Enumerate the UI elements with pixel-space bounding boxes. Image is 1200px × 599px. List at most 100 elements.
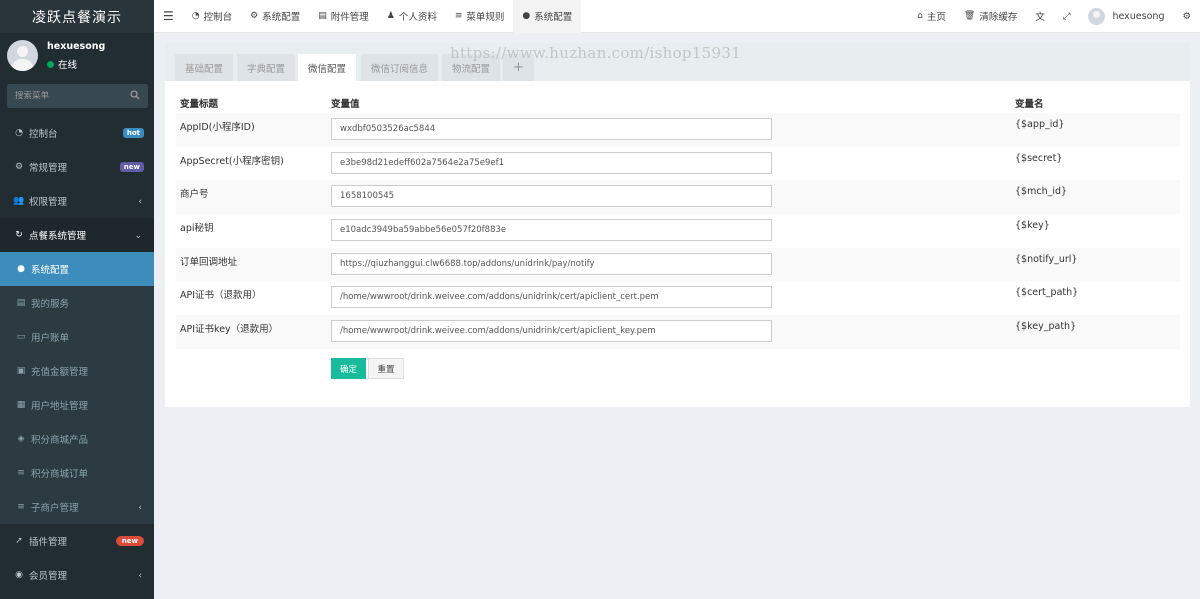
sidebar-item-general[interactable]: ⚙ 常规管理 new: [0, 150, 154, 184]
bars-icon: ≡: [454, 11, 463, 21]
table-row: api秘钥 {$key}: [176, 214, 1180, 248]
new-badge: new: [115, 536, 144, 546]
rocket-icon: ➚: [15, 536, 23, 546]
sidebar-item-label: 控制台: [29, 129, 58, 140]
mch-id-input[interactable]: [331, 185, 772, 208]
user-circle-icon: ◉: [15, 570, 23, 580]
sidebar-item-label: 用户地址管理: [31, 401, 89, 412]
search-icon[interactable]: [130, 89, 140, 103]
sidebar-item-addon[interactable]: ➚ 插件管理 new: [0, 524, 154, 558]
user-menu-button[interactable]: hexuesong: [1079, 0, 1173, 33]
sidebar-item-auth[interactable]: 👥 权限管理 ‹: [0, 184, 154, 218]
online-dot-icon: [47, 60, 54, 68]
trash-icon: 🗑: [963, 11, 976, 21]
sidebar-item-label: 点餐系统管理: [29, 231, 87, 242]
sidebar-item-label: 充值金额管理: [31, 367, 89, 378]
row-title: API证书key（退款用）: [176, 315, 327, 349]
tab-wechat[interactable]: 微信配置: [298, 54, 357, 81]
tab-basic[interactable]: 基础配置: [175, 54, 234, 81]
language-button[interactable]: 文: [1026, 0, 1054, 33]
nav-tab-profile[interactable]: ♟ 个人资料: [378, 0, 446, 33]
row-var-name: {$app_id}: [1011, 113, 1180, 147]
sidebar-item-my-service[interactable]: ▤ 我的服务: [0, 286, 154, 320]
tab-wechat-subscribe[interactable]: 微信订阅信息: [361, 54, 439, 81]
cert-path-input[interactable]: [331, 286, 772, 309]
status-text: 在线: [58, 60, 78, 71]
sidebar-item-label: 积分商城订单: [31, 469, 89, 480]
home-label: 主页: [926, 12, 946, 23]
sidebar-item-member[interactable]: ◉ 会员管理 ‹: [0, 558, 154, 592]
credit-card-icon: ▭: [16, 332, 26, 342]
chevron-left-icon: ‹: [138, 197, 142, 207]
table-row: API证书key（退款用） {$key_path}: [176, 315, 1180, 349]
navbar-right: ⌂ 主页 🗑 清除缓存 文 ⤢ hexuesong ⚙: [908, 0, 1200, 33]
row-var-name: {$secret}: [1015, 152, 1063, 164]
nav-tab-label: 系统配置: [534, 12, 573, 23]
home-icon: ⌂: [917, 11, 923, 21]
sidebar-item-label: 权限管理: [29, 197, 68, 208]
nav-tab-system-config[interactable]: ⚙ 系统配置: [241, 0, 309, 33]
dashboard-icon: ◔: [15, 128, 23, 138]
row-title: api秘钥: [180, 223, 214, 235]
sidebar-item-system-config[interactable]: ● 系统配置: [0, 252, 154, 286]
user-icon: ♟: [386, 11, 395, 21]
config-tabs: 基础配置 字典配置 微信配置 微信订阅信息 物流配置 + https://www…: [165, 43, 1190, 81]
dashboard-icon: ◔: [191, 11, 200, 21]
menu-search-input[interactable]: [15, 91, 125, 101]
list-icon: ▤: [16, 298, 26, 308]
tab-add-button[interactable]: +: [503, 54, 534, 81]
menu-search: [7, 84, 148, 108]
home-button[interactable]: ⌂ 主页: [908, 0, 955, 33]
clear-cache-button[interactable]: 🗑 清除缓存: [955, 0, 1026, 33]
nav-tab-dashboard[interactable]: ◔ 控制台: [183, 0, 241, 33]
sidebar-item-points-products[interactable]: ◈ 积分商城产品: [0, 422, 154, 456]
nav-tab-attachment[interactable]: ▤ 附件管理: [309, 0, 378, 33]
table-row: 商户号 {$mch_id}: [176, 180, 1180, 215]
reset-button[interactable]: 重置: [368, 358, 404, 379]
tag-icon: ◈: [17, 434, 25, 444]
settings-button[interactable]: ⚙: [1173, 0, 1200, 33]
user-status: 在线: [47, 57, 77, 71]
sidebar-item-dashboard[interactable]: ◔ 控制台 hot: [0, 116, 154, 150]
notify-url-input[interactable]: [331, 252, 772, 275]
tab-dictionary[interactable]: 字典配置: [237, 54, 296, 81]
bars-icon: ≡: [17, 502, 25, 512]
tab-logistics[interactable]: 物流配置: [442, 54, 501, 81]
sidebar-item-recharge[interactable]: ▣ 充值金额管理: [0, 354, 154, 388]
sidebar-toggle-button[interactable]: ☰: [154, 0, 183, 33]
row-title: AppSecret(小程序密钥): [180, 155, 284, 167]
api-key-input[interactable]: [331, 219, 772, 242]
sidebar-item-dining[interactable]: ↻ 点餐系统管理 ⌄: [0, 218, 154, 252]
app-secret-input[interactable]: [331, 151, 772, 174]
table-row: API证书（退款用） {$cert_path}: [176, 281, 1180, 315]
hot-badge: hot: [122, 128, 144, 138]
sidebar-item-address[interactable]: ▦ 用户地址管理: [0, 388, 154, 422]
nav-tab-system-config-active[interactable]: ● 系统配置: [513, 0, 582, 33]
sidebar-item-sub-merchant[interactable]: ≡ 子商户管理 ‹: [0, 490, 154, 524]
row-var-name: {$mch_id}: [1011, 180, 1180, 215]
chevron-left-icon: ‹: [138, 571, 142, 581]
nav-tab-menu-rules[interactable]: ≡ 菜单规则: [446, 0, 514, 33]
file-icon: ▤: [318, 11, 327, 21]
column-header-title: 变量标题: [180, 99, 219, 110]
new-badge: new: [119, 162, 144, 172]
brand-logo[interactable]: 凌跃点餐演示: [0, 0, 154, 33]
app-id-input[interactable]: [331, 118, 772, 140]
row-var-name: {$key}: [1015, 220, 1050, 232]
group-icon: 👥: [13, 196, 25, 206]
key-path-input[interactable]: [331, 320, 772, 343]
sidebar-item-user-bill[interactable]: ▭ 用户账单: [0, 320, 154, 354]
chevron-down-icon: ⌄: [134, 231, 142, 241]
nav-tab-label: 系统配置: [262, 12, 301, 23]
address-book-icon: ▦: [16, 400, 26, 410]
sidebar-item-points-orders[interactable]: ≡ 积分商城订单: [0, 456, 154, 490]
fullscreen-button[interactable]: ⤢: [1054, 0, 1080, 33]
bars-icon: ≡: [17, 468, 25, 478]
nav-tab-label: 个人资料: [398, 12, 437, 23]
dining-submenu: ● 系统配置 ▤ 我的服务 ▭ 用户账单 ▣ 充值金额管理 ▦ 用户地址管理 ◈…: [0, 252, 154, 524]
gears-icon: ⚙: [1182, 10, 1191, 22]
submit-button[interactable]: 确定: [331, 358, 366, 379]
sidebar-item-label: 积分商城产品: [31, 435, 89, 446]
row-var-name: {$cert_path}: [1015, 287, 1079, 299]
nav-tab-label: 附件管理: [330, 12, 369, 23]
